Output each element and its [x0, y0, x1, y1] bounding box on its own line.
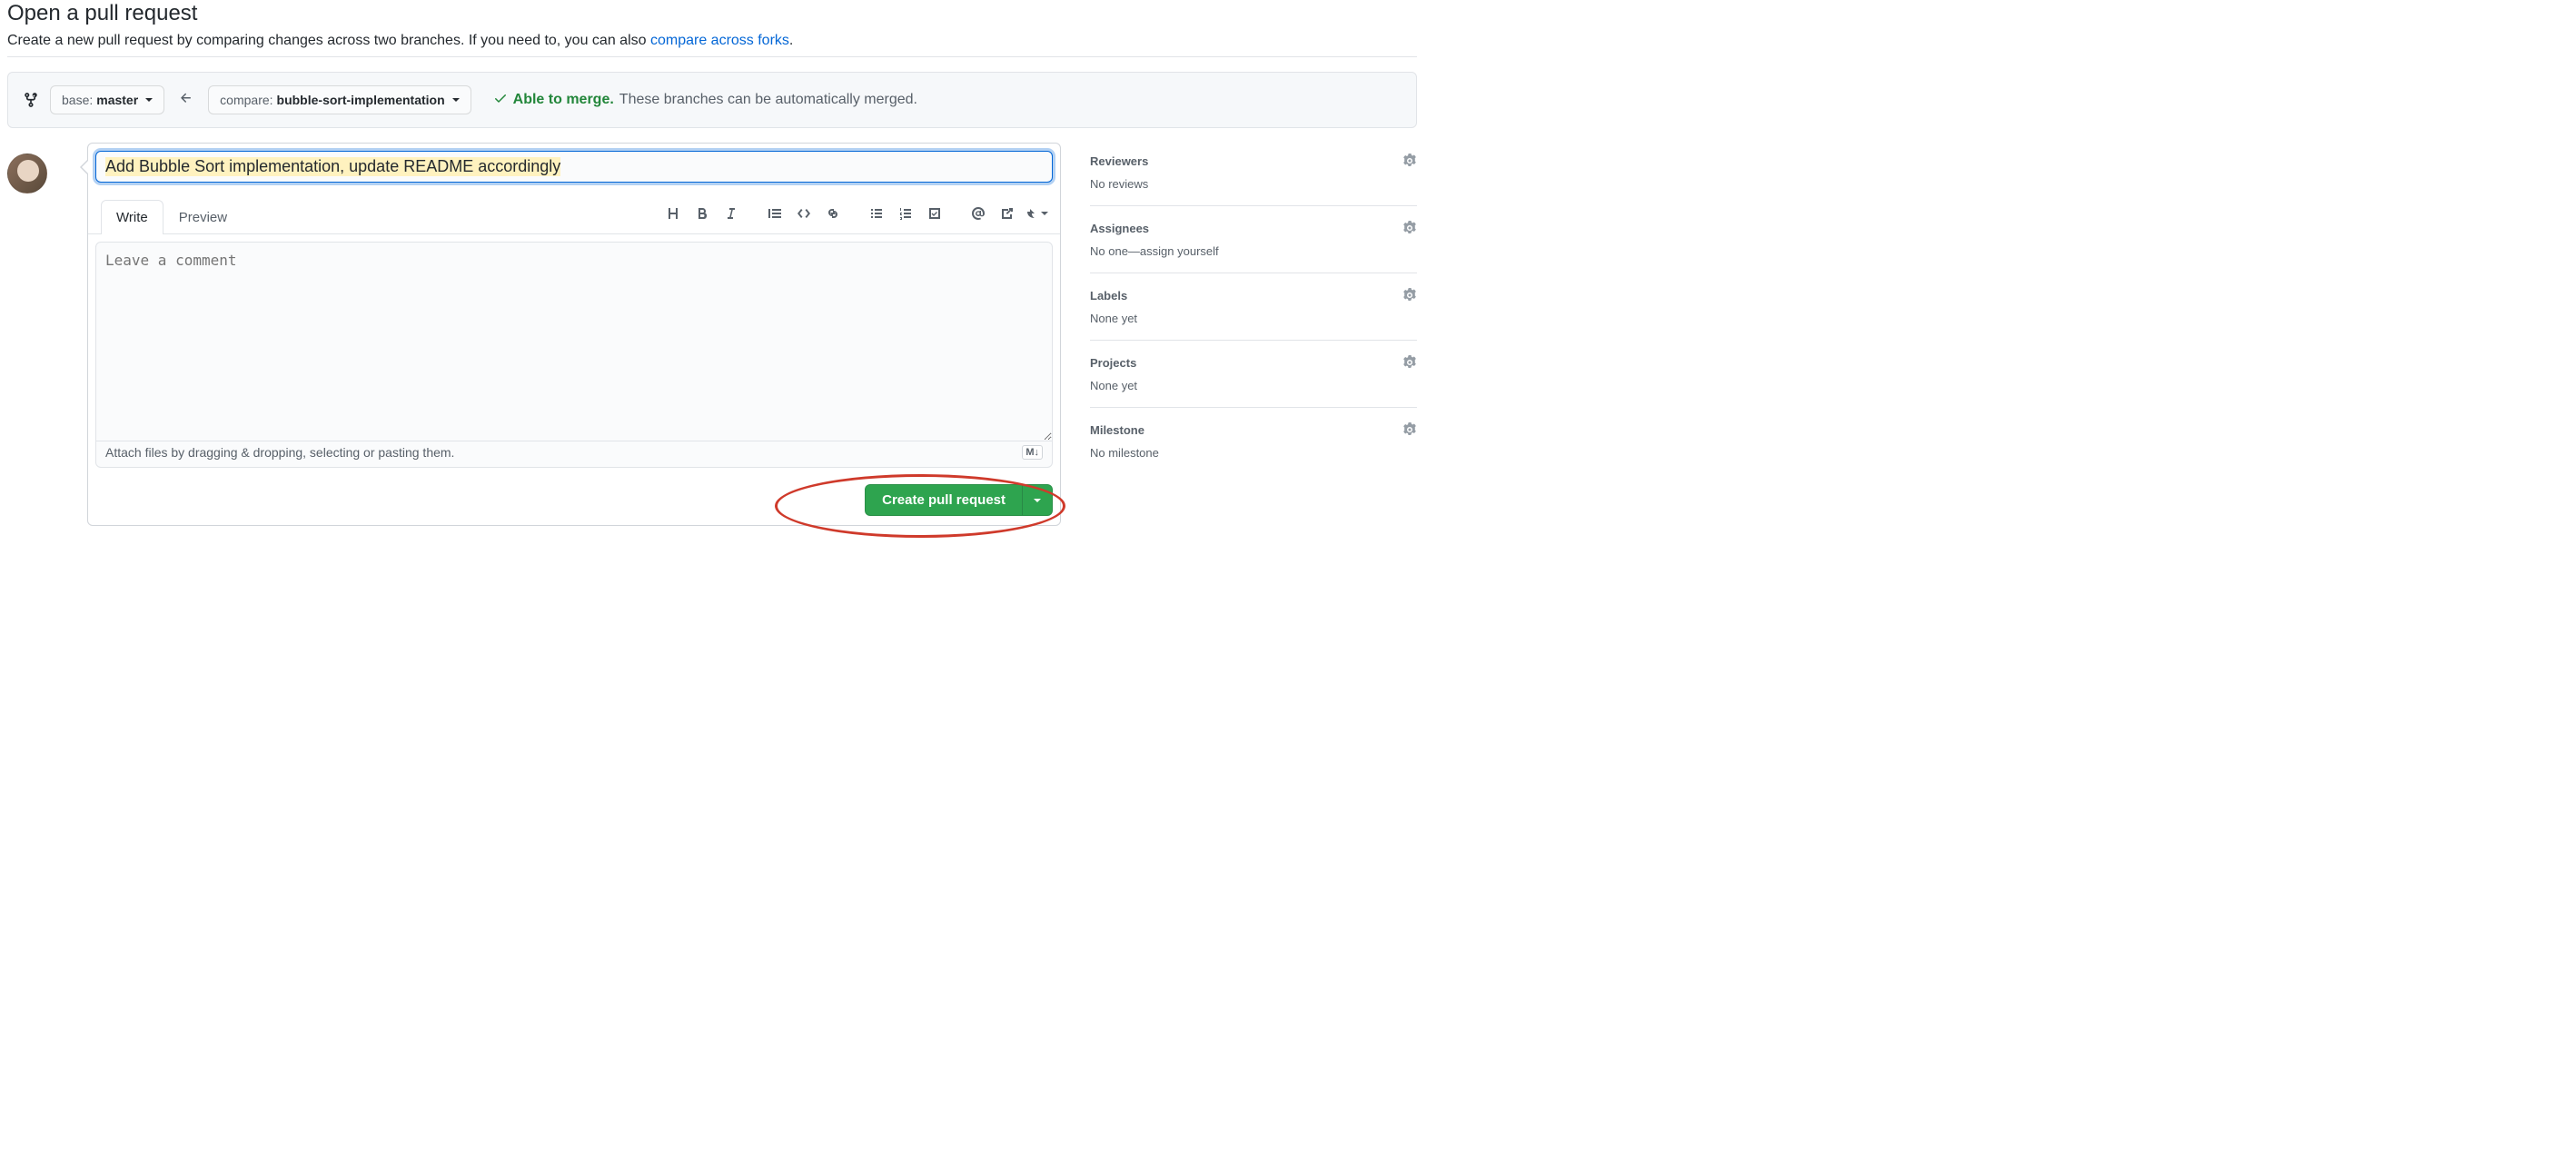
- caret-down-icon: [452, 98, 460, 105]
- pr-title-input[interactable]: [95, 151, 1053, 183]
- gear-icon[interactable]: [1402, 288, 1417, 302]
- projects-value: None yet: [1090, 379, 1417, 392]
- caret-down-icon: [145, 98, 153, 105]
- base-label: base:: [62, 91, 93, 109]
- compare-branch-dropdown[interactable]: compare: bubble-sort-implementation: [208, 85, 471, 114]
- compare-bar: base: master compare: bubble-sort-implem…: [7, 72, 1417, 128]
- editor-tabs-row: Write Preview: [88, 195, 1060, 234]
- assign-yourself-link[interactable]: assign yourself: [1140, 244, 1219, 258]
- milestone-title: Milestone: [1090, 423, 1144, 437]
- compare-label: compare:: [220, 91, 272, 109]
- subtitle-text: Create a new pull request by comparing c…: [7, 33, 650, 48]
- attach-hint-text: Attach files by dragging & dropping, sel…: [105, 445, 454, 460]
- ordered-list-icon[interactable]: [893, 201, 918, 226]
- tasklist-icon[interactable]: [922, 201, 947, 226]
- bold-icon[interactable]: [689, 201, 715, 226]
- projects-title: Projects: [1090, 356, 1136, 370]
- caret-down-icon: [1041, 212, 1048, 219]
- mention-icon[interactable]: [966, 201, 991, 226]
- sidebar: Reviewers No reviews Assignees No one—as…: [1090, 143, 1417, 526]
- comment-box: Write Preview: [87, 143, 1061, 526]
- subtitle-post: .: [789, 33, 793, 48]
- arrow-left-icon: [175, 91, 197, 110]
- compare-across-forks-link[interactable]: compare across forks: [650, 33, 789, 48]
- base-value: master: [96, 91, 138, 109]
- reviewers-block: Reviewers No reviews: [1090, 143, 1417, 206]
- attach-files-row[interactable]: Attach files by dragging & dropping, sel…: [95, 437, 1053, 468]
- create-pr-split-button: Create pull request: [865, 484, 1053, 516]
- gear-icon[interactable]: [1402, 355, 1417, 370]
- reviewers-title: Reviewers: [1090, 154, 1148, 168]
- labels-title: Labels: [1090, 289, 1127, 302]
- merge-desc-text: These branches can be automatically merg…: [619, 92, 917, 108]
- markdown-toolbar: [657, 195, 1053, 233]
- page-title: Open a pull request: [7, 0, 1417, 27]
- avatar[interactable]: [7, 154, 47, 193]
- italic-icon[interactable]: [718, 201, 744, 226]
- check-icon: [493, 91, 508, 110]
- milestone-value: No milestone: [1090, 446, 1417, 460]
- gear-icon[interactable]: [1402, 221, 1417, 235]
- unordered-list-icon[interactable]: [864, 201, 889, 226]
- comment-textarea[interactable]: [95, 242, 1053, 441]
- heading-icon[interactable]: [660, 201, 686, 226]
- caret-down-icon: [1034, 499, 1041, 506]
- link-icon[interactable]: [820, 201, 846, 226]
- labels-value: None yet: [1090, 312, 1417, 325]
- compare-value: bubble-sort-implementation: [277, 91, 445, 109]
- create-pr-dropdown[interactable]: [1023, 485, 1052, 515]
- quote-icon[interactable]: [762, 201, 788, 226]
- page-subtitle: Create a new pull request by comparing c…: [7, 33, 1417, 49]
- tab-write[interactable]: Write: [101, 200, 163, 234]
- gear-icon[interactable]: [1402, 422, 1417, 437]
- labels-block: Labels None yet: [1090, 273, 1417, 341]
- markdown-icon[interactable]: M↓: [1022, 445, 1043, 460]
- assignees-title: Assignees: [1090, 222, 1149, 235]
- merge-ok-text: Able to merge.: [513, 92, 614, 108]
- page-header: Open a pull request Create a new pull re…: [7, 0, 1417, 57]
- cross-reference-icon[interactable]: [995, 201, 1020, 226]
- merge-status: Able to merge. These branches can be aut…: [493, 91, 917, 110]
- code-icon[interactable]: [791, 201, 817, 226]
- assignees-block: Assignees No one—assign yourself: [1090, 206, 1417, 273]
- reply-icon[interactable]: [1024, 201, 1049, 226]
- projects-block: Projects None yet: [1090, 341, 1417, 408]
- gear-icon[interactable]: [1402, 154, 1417, 168]
- tab-preview[interactable]: Preview: [163, 200, 243, 234]
- assignees-value-pre: No one—: [1090, 244, 1140, 258]
- create-pr-button[interactable]: Create pull request: [866, 485, 1023, 515]
- reviewers-value: No reviews: [1090, 177, 1417, 191]
- milestone-block: Milestone No milestone: [1090, 408, 1417, 474]
- git-compare-icon: [23, 92, 39, 108]
- assignees-value: No one—assign yourself: [1090, 244, 1417, 258]
- base-branch-dropdown[interactable]: base: master: [50, 85, 164, 114]
